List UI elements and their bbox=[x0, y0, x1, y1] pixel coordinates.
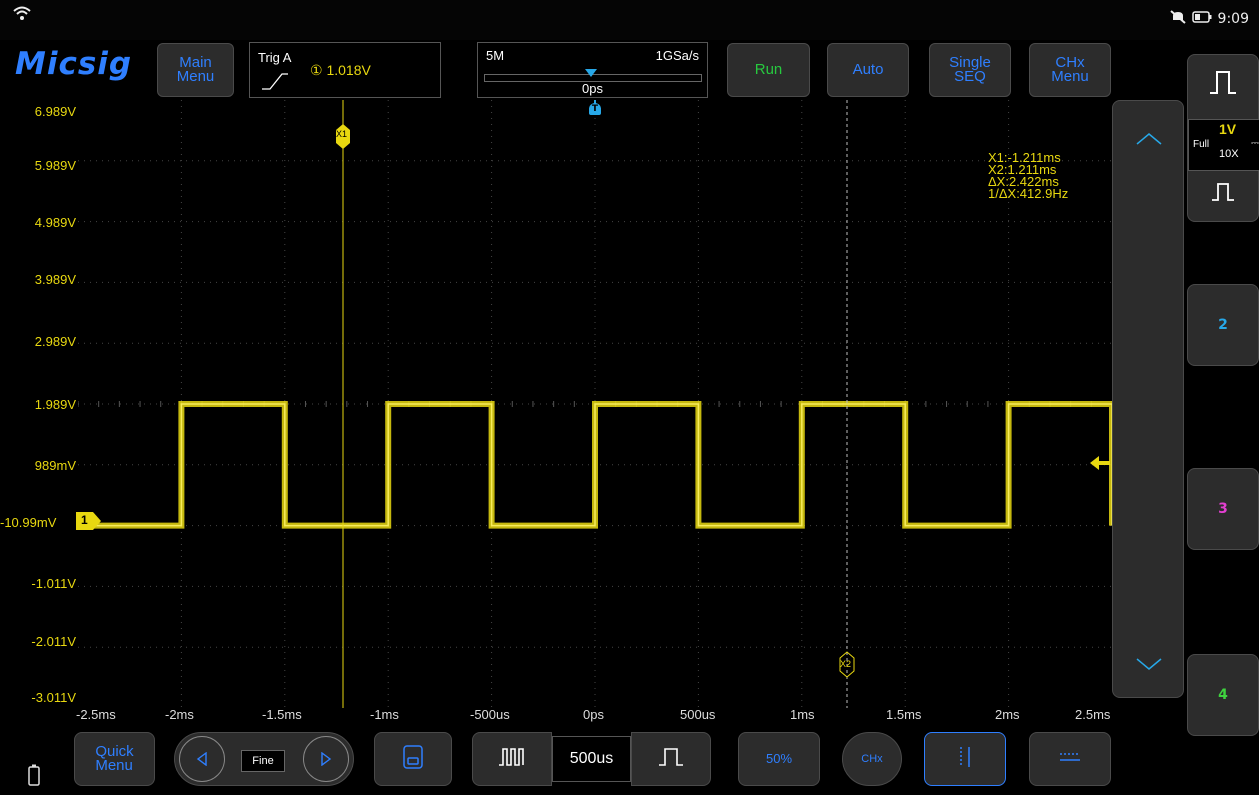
waveform-display[interactable]: X1 X2 T bbox=[77, 100, 1115, 708]
x-tick-label: 0ps bbox=[583, 707, 604, 722]
x-tick-label: -1ms bbox=[370, 707, 399, 722]
battery-icon bbox=[1191, 11, 1212, 27]
x-tick-label: -2ms bbox=[165, 707, 194, 722]
main-menu-button[interactable]: Main Menu bbox=[157, 43, 234, 97]
channel1-button[interactable]: 1V Full 10X ⎓ bbox=[1187, 54, 1259, 222]
channel1-probe: 10X bbox=[1219, 148, 1239, 160]
timebase-decrease-button[interactable] bbox=[472, 732, 552, 786]
y-tick-label: 1.989V bbox=[34, 397, 76, 412]
x-tick-label: 1.5ms bbox=[886, 707, 922, 722]
x-tick-label: 2.5ms bbox=[1075, 707, 1111, 722]
vertical-position-panel[interactable] bbox=[1112, 100, 1184, 698]
vertical-cursor-icon bbox=[955, 745, 975, 773]
pulse-icon bbox=[1208, 69, 1238, 99]
channel3-button[interactable]: 3 bbox=[1187, 468, 1259, 550]
save-button[interactable] bbox=[374, 732, 452, 786]
y-tick-label: 4.989V bbox=[34, 215, 76, 230]
single-seq-button[interactable]: Single SEQ bbox=[929, 43, 1011, 97]
y-tick-label: -2.011V bbox=[31, 634, 76, 649]
status-right: 9:09 bbox=[1169, 10, 1249, 28]
timebase-increase-button[interactable] bbox=[631, 732, 711, 786]
horizontal-cursor-icon bbox=[1058, 749, 1082, 769]
trigger-label: Trig A bbox=[258, 50, 292, 65]
auto-button[interactable]: Auto bbox=[827, 43, 909, 97]
trigger-level-value: ① 1.018V bbox=[310, 62, 371, 78]
memory-depth: 5M bbox=[486, 48, 505, 63]
channel1-bandwidth: Full bbox=[1193, 139, 1210, 150]
quick-menu-button[interactable]: Quick Menu bbox=[74, 732, 155, 786]
x-tick-label: -2.5ms bbox=[76, 707, 116, 722]
channel1-waveform-core bbox=[78, 403, 1113, 527]
next-triangle-icon[interactable] bbox=[303, 736, 349, 782]
x-tick-label: 1ms bbox=[790, 707, 815, 722]
trigger-panel[interactable]: Trig A ① 1.018V bbox=[249, 42, 441, 98]
cursor-readout: X1:-1.211ms X2:1.211ms ΔX:2.422ms 1/ΔX:4… bbox=[988, 151, 1069, 201]
trigger-level-arrow-icon[interactable] bbox=[1090, 455, 1110, 474]
rising-edge-icon bbox=[260, 71, 290, 95]
run-stop-button[interactable]: Run bbox=[727, 43, 810, 97]
chx-menu-button[interactable]: CHx Menu bbox=[1029, 43, 1111, 97]
y-tick-label: 989mV bbox=[34, 458, 76, 473]
channel4-button[interactable]: 4 bbox=[1187, 654, 1259, 736]
cursor-frequency-value: 1/ΔX:412.9Hz bbox=[988, 186, 1069, 201]
horizontal-delay: 0ps bbox=[582, 81, 603, 96]
y-tick-label: -3.011V bbox=[31, 690, 76, 705]
x-tick-label: -1.5ms bbox=[262, 707, 302, 722]
y-tick-label: -1.011V bbox=[31, 576, 76, 591]
chx-button[interactable]: CHx bbox=[842, 732, 902, 786]
x-tick-label: 500us bbox=[680, 707, 716, 722]
channel2-button[interactable]: 2 bbox=[1187, 284, 1259, 366]
timebase-value[interactable]: 500us bbox=[552, 736, 631, 782]
y-tick-label: -10.99mV bbox=[0, 515, 57, 530]
mute-icon bbox=[1169, 10, 1186, 28]
sample-rate: 1GSa/s bbox=[655, 48, 699, 63]
cursor-x1-label[interactable]: X1 bbox=[336, 129, 347, 139]
dc-coupling-icon: ⎓ bbox=[1251, 138, 1259, 149]
y-tick-label: 2.989V bbox=[34, 334, 76, 349]
scroll-up-icon[interactable] bbox=[1135, 131, 1163, 150]
single-pulse-icon bbox=[657, 747, 685, 771]
fifty-percent-button[interactable]: 50% bbox=[738, 732, 820, 786]
wifi-icon bbox=[12, 5, 32, 26]
clock: 9:09 bbox=[1217, 11, 1249, 27]
trigger-t-icon[interactable]: T bbox=[589, 103, 601, 115]
cursor-mode-button[interactable] bbox=[924, 732, 1006, 786]
scroll-down-icon[interactable] bbox=[1135, 656, 1163, 675]
channel1-scale-box[interactable]: 1V Full 10X ⎓ bbox=[1188, 119, 1259, 171]
status-bar: 9:09 bbox=[0, 0, 1259, 40]
trigger-position-icon bbox=[585, 63, 597, 82]
timebase-panel[interactable]: 5M 1GSa/s 0ps bbox=[477, 42, 708, 98]
save-icon bbox=[403, 745, 423, 773]
channel1-ground-marker[interactable]: 1 bbox=[76, 512, 102, 534]
x-tick-label: 2ms bbox=[995, 707, 1020, 722]
micsig-logo: Micsig bbox=[15, 46, 133, 82]
y-tick-label: 3.989V bbox=[34, 272, 76, 287]
y-tick-label: 6.989V bbox=[34, 104, 76, 119]
cursor-x2-label[interactable]: X2 bbox=[840, 659, 851, 669]
channel1-scale: 1V bbox=[1219, 121, 1237, 137]
multi-pulse-icon bbox=[498, 747, 526, 771]
battery-indicator-icon bbox=[28, 764, 40, 790]
prev-triangle-icon[interactable] bbox=[179, 736, 225, 782]
x-tick-label: -500us bbox=[470, 707, 510, 722]
fine-adjust-control[interactable]: Fine bbox=[174, 732, 354, 786]
fine-toggle[interactable]: Fine bbox=[241, 750, 285, 772]
channel1-trace bbox=[78, 401, 1115, 529]
y-tick-label: 5.989V bbox=[34, 158, 76, 173]
horizontal-cursor-button[interactable] bbox=[1029, 732, 1111, 786]
pulse-small-icon bbox=[1210, 181, 1236, 207]
